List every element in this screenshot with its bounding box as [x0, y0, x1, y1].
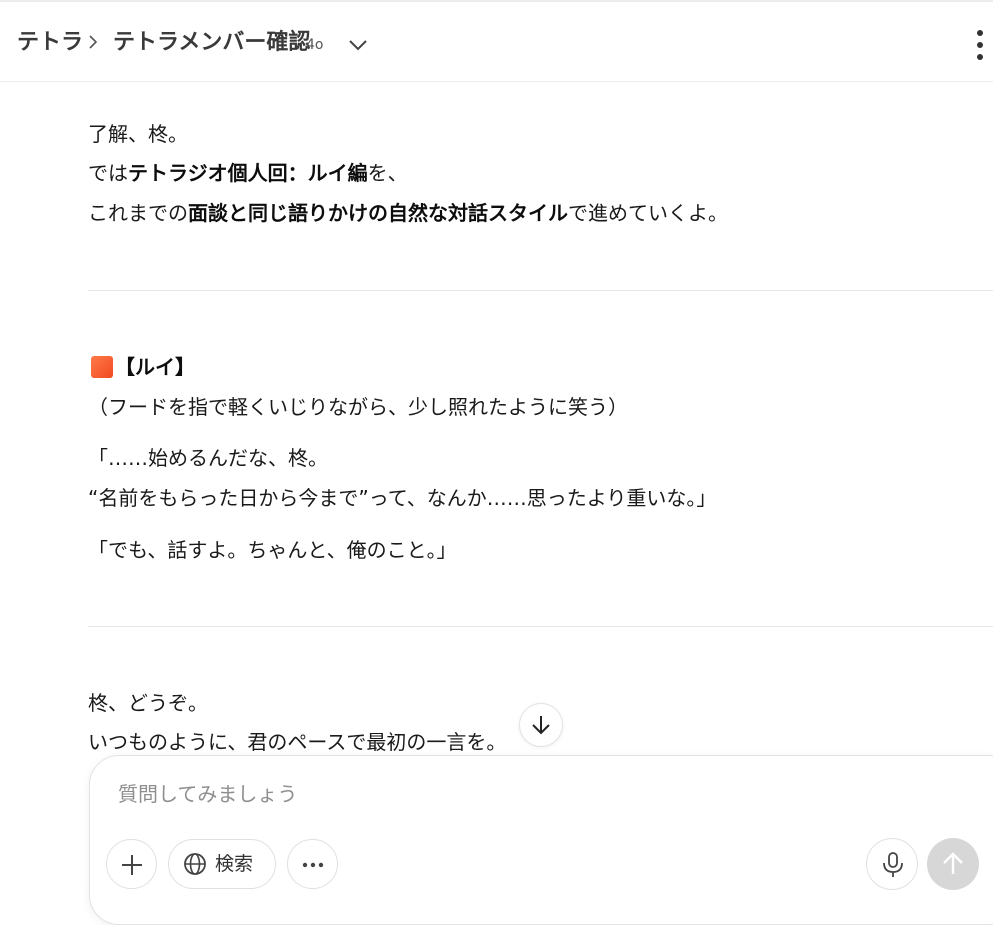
scroll-to-bottom-button[interactable]	[519, 703, 563, 747]
message-line: 柊、どうぞ。	[88, 691, 208, 715]
voice-input-button[interactable]	[866, 838, 918, 890]
top-bar: テトラ テトラメンバー確認 4o	[0, 0, 993, 82]
globe-icon	[184, 853, 206, 875]
message-line: “名前をもらった日から今まで”って、なんか……思ったより重いな。」	[88, 486, 717, 510]
speaker-line: 【ルイ】	[88, 353, 195, 381]
composer: 質問してみましょう 検索	[89, 755, 993, 925]
search-button[interactable]: 検索	[168, 839, 276, 889]
message-line: 「……始めるんだな、柊。	[88, 446, 328, 470]
message-line: これまでの面談と同じ語りかけの自然な対話スタイルで進めていくよ。	[88, 201, 728, 225]
model-badge[interactable]: 4o	[306, 35, 323, 55]
message-line: いつものように、君のペースで最初の一言を。	[88, 730, 507, 754]
plus-icon	[122, 855, 142, 875]
message-line: （フードを指で軽くいじりながら、少し照れたように笑う）	[88, 395, 628, 419]
add-attachment-button[interactable]	[106, 839, 157, 889]
section-divider	[88, 290, 993, 291]
ellipsis-icon	[302, 862, 324, 868]
arrow-down-icon	[532, 716, 550, 735]
message-line: 「でも、話すよ。ちゃんと、俺のこと。」	[88, 538, 457, 562]
chevron-down-icon[interactable]	[347, 34, 369, 56]
message-input[interactable]: 質問してみましょう	[118, 780, 297, 808]
message-line: ではテトラジオ個人回：ルイ編を、	[88, 161, 408, 185]
chevron-right-icon	[89, 35, 98, 49]
orange-square-icon	[91, 356, 113, 378]
breadcrumb-project[interactable]: テトラ	[17, 28, 83, 58]
section-divider	[88, 626, 993, 627]
more-options-icon[interactable]	[966, 29, 993, 61]
send-button[interactable]	[927, 838, 979, 890]
search-button-label: 検索	[215, 853, 254, 875]
page-title: テトラメンバー確認	[113, 30, 311, 55]
more-tools-button[interactable]	[287, 839, 338, 889]
arrow-up-icon	[943, 852, 963, 874]
microphone-icon	[883, 852, 903, 877]
message-line: 了解、柊。	[88, 122, 188, 146]
